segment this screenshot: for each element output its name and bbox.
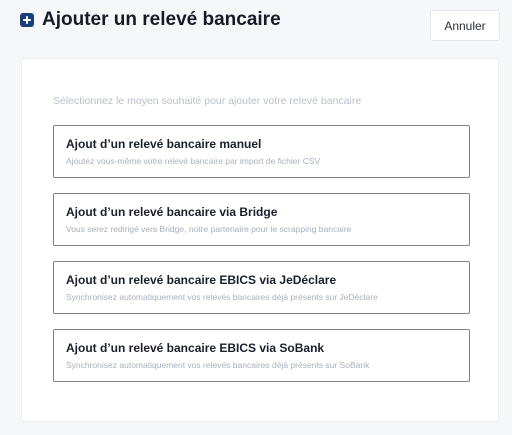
option-ebics-sobank[interactable]: Ajout d’un relevé bancaire EBICS via SoB… — [53, 329, 470, 382]
instruction-text: Sélectionnez le moyen souhaité pour ajou… — [53, 95, 362, 107]
option-title: Ajout d’un relevé bancaire via Bridge — [66, 205, 278, 219]
option-title: Ajout d’un relevé bancaire EBICS via JeD… — [66, 273, 337, 287]
option-manual-import[interactable]: Ajout d’un relevé bancaire manuel Ajoute… — [53, 125, 470, 178]
option-description: Synchronisez automatiquement vos relevés… — [66, 360, 370, 370]
page-header: Ajouter un relevé bancaire Annuler — [20, 0, 500, 48]
option-bridge[interactable]: Ajout d’un relevé bancaire via Bridge Vo… — [53, 193, 470, 246]
option-ebics-jedeclare[interactable]: Ajout d’un relevé bancaire EBICS via JeD… — [53, 261, 470, 314]
options-panel: Sélectionnez le moyen souhaité pour ajou… — [21, 58, 499, 422]
option-description: Synchronisez automatiquement vos relevés… — [66, 292, 378, 302]
page-title: Ajouter un relevé bancaire — [42, 9, 281, 30]
option-title: Ajout d’un relevé bancaire manuel — [66, 137, 262, 151]
option-title: Ajout d’un relevé bancaire EBICS via SoB… — [66, 341, 325, 355]
option-list: Ajout d’un relevé bancaire manuel Ajoute… — [53, 125, 470, 397]
title-group: Ajouter un relevé bancaire — [20, 8, 281, 32]
option-description: Vous serez redirigé vers Bridge, notre p… — [66, 224, 352, 234]
cancel-button[interactable]: Annuler — [430, 10, 500, 41]
plus-square-icon — [20, 13, 34, 27]
option-description: Ajoutez vous-même votre relevé bancaire … — [66, 156, 321, 166]
